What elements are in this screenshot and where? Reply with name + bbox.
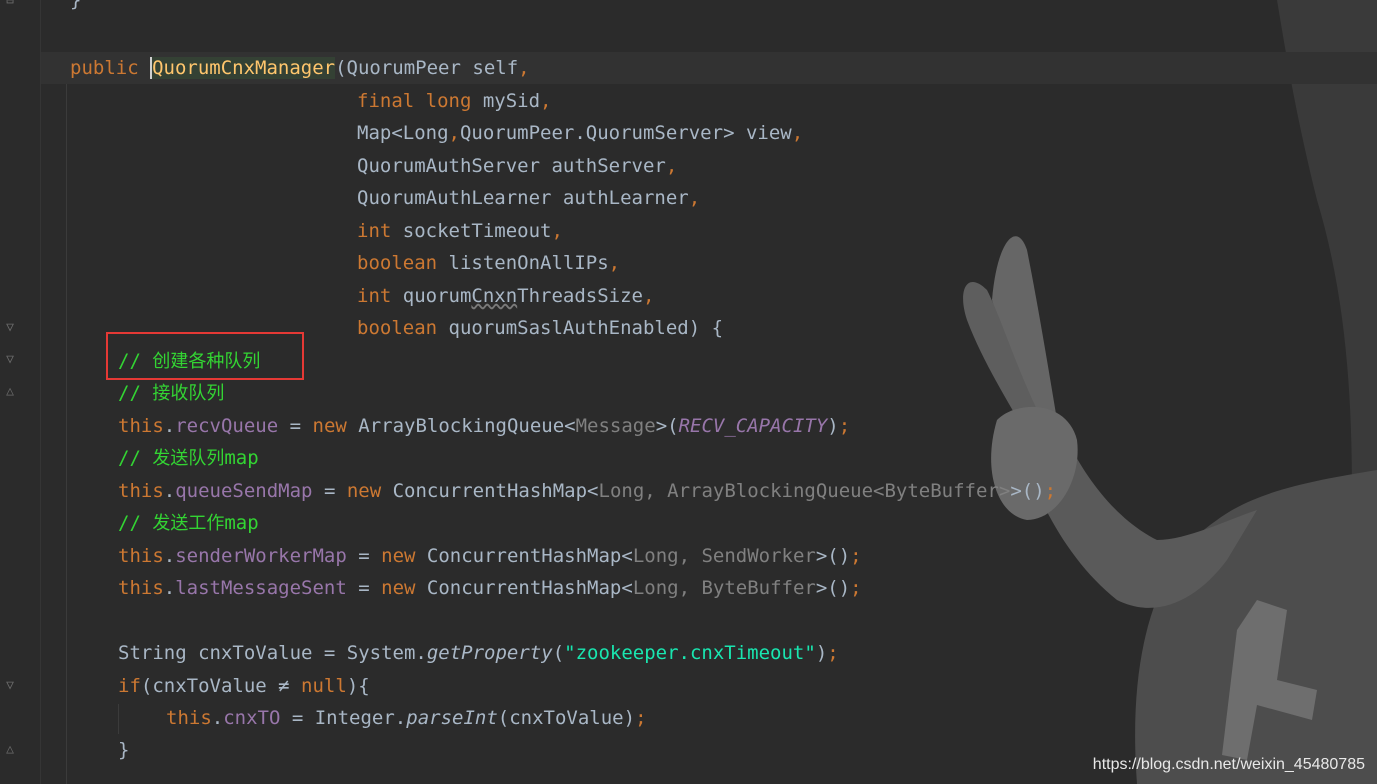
code-line[interactable]: this.cnxTO = Integer.parseInt(cnxToValue… bbox=[166, 702, 647, 734]
code-line[interactable]: int quorumCnxnThreadsSize, bbox=[357, 280, 654, 312]
code-line[interactable]: this.queueSendMap = new ConcurrentHashMa… bbox=[118, 475, 1056, 507]
code-editor[interactable]: } public QuorumCnxManager(QuorumPeer self… bbox=[0, 0, 1377, 784]
code-line[interactable]: this.lastMessageSent = new ConcurrentHas… bbox=[118, 572, 862, 604]
code-line[interactable]: // 发送队列map bbox=[118, 442, 259, 474]
code-line[interactable]: boolean listenOnAllIPs, bbox=[357, 247, 620, 279]
code-line[interactable]: this.recvQueue = new ArrayBlockingQueue<… bbox=[118, 410, 850, 442]
code-line[interactable]: final long mySid, bbox=[357, 85, 552, 117]
code-line[interactable]: // 接收队列 bbox=[118, 377, 224, 409]
code-line[interactable]: if(cnxToValue ≠ null){ bbox=[118, 670, 370, 702]
code-line[interactable]: public QuorumCnxManager(QuorumPeer self, bbox=[70, 52, 530, 84]
code-line[interactable]: // 发送工作map bbox=[118, 507, 259, 539]
watermark-text: https://blog.csdn.net/weixin_45480785 bbox=[1092, 756, 1365, 773]
code-line[interactable]: } bbox=[70, 0, 81, 16]
code-line[interactable]: } bbox=[118, 734, 129, 766]
code-line[interactable]: QuorumAuthServer authServer, bbox=[357, 150, 677, 182]
code-line[interactable]: String cnxToValue = System.getProperty("… bbox=[118, 637, 839, 669]
code-line[interactable]: Map<Long,QuorumPeer.QuorumServer> view, bbox=[357, 117, 803, 149]
code-line[interactable]: boolean quorumSaslAuthEnabled) { bbox=[357, 312, 723, 344]
code-line[interactable]: this.senderWorkerMap = new ConcurrentHas… bbox=[118, 540, 862, 572]
annotation-red-box bbox=[106, 332, 304, 380]
code-line[interactable]: int socketTimeout, bbox=[357, 215, 563, 247]
code-line[interactable]: QuorumAuthLearner authLearner, bbox=[357, 182, 700, 214]
